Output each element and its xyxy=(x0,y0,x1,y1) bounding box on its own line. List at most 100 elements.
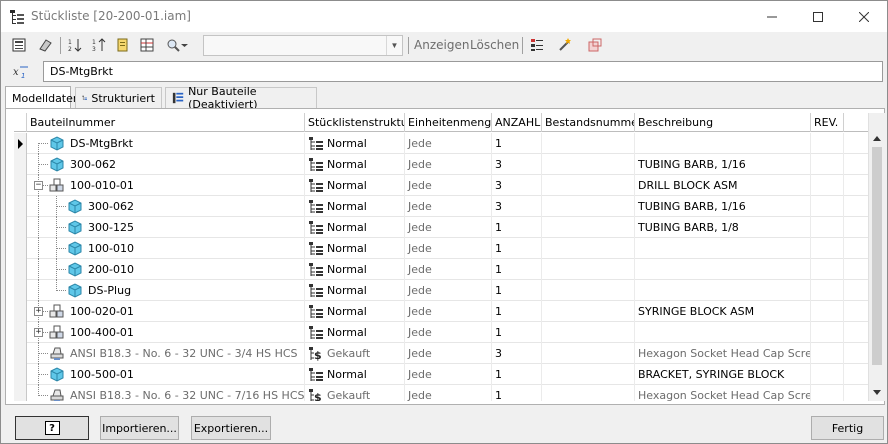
cell-stock-number[interactable] xyxy=(542,196,635,217)
value-input[interactable]: DS-MtgBrkt xyxy=(43,61,883,82)
cell-stock-number[interactable] xyxy=(542,217,635,238)
column-header-unit-quantity[interactable]: Einheitenmenge xyxy=(405,113,492,132)
cell-quantity[interactable]: 1 xyxy=(492,301,542,322)
cell-bom-structure[interactable]: Normal xyxy=(305,280,405,301)
scrollbar-thumb[interactable] xyxy=(872,147,882,365)
cell-part-number[interactable]: 300-125 xyxy=(27,217,305,238)
cell-stock-number[interactable] xyxy=(542,280,635,301)
column-header-revision[interactable]: REV. xyxy=(811,113,844,132)
cell-description[interactable]: TUBING BARB, 1/16 xyxy=(635,196,811,217)
cell-stock-number[interactable] xyxy=(542,259,635,280)
cell-quantity[interactable]: 1 xyxy=(492,238,542,259)
delete-button[interactable]: Löschen xyxy=(470,38,519,52)
table-row[interactable]: 100-500-01 Normal Jede 1 BRACKET, SYRINGE BL… xyxy=(14,364,868,385)
cell-unit-quantity[interactable]: Jede xyxy=(405,301,492,322)
table-row[interactable]: 300-062 Normal Jede 3 TUBING BARB, 1/16 xyxy=(14,154,868,175)
cell-unit-quantity[interactable]: Jede xyxy=(405,343,492,364)
cell-bom-structure[interactable]: Normal xyxy=(305,196,405,217)
cell-revision[interactable] xyxy=(811,385,844,401)
cell-stock-number[interactable] xyxy=(542,364,635,385)
cell-description[interactable]: BRACKET, SYRINGE BLOCK xyxy=(635,364,811,385)
cell-unit-quantity[interactable]: Jede xyxy=(405,217,492,238)
table-row[interactable]: DS-Plug Normal Jede 1 xyxy=(14,280,868,301)
cell-revision[interactable] xyxy=(811,364,844,385)
cell-part-number[interactable]: 100-500-01 xyxy=(27,364,305,385)
table-row[interactable]: ANSI B18.3 - No. 6 - 32 UNC - 3/4 HS HCS… xyxy=(14,343,868,364)
cell-part-number[interactable]: ANSI B18.3 - No. 6 - 32 UNC - 7/16 HS HC… xyxy=(27,385,305,401)
cell-description[interactable] xyxy=(635,280,811,301)
table-row[interactable]: ANSI B18.3 - No. 6 - 32 UNC - 7/16 HS HC… xyxy=(14,385,868,401)
cell-revision[interactable] xyxy=(811,217,844,238)
cell-part-number[interactable]: 300-062 xyxy=(27,154,305,175)
cell-revision[interactable] xyxy=(811,196,844,217)
cell-unit-quantity[interactable]: Jede xyxy=(405,259,492,280)
help-button[interactable]: ? xyxy=(15,416,89,440)
cell-description[interactable]: Hexagon Socket Head Cap Screw xyxy=(635,343,811,364)
row-header[interactable] xyxy=(14,238,27,259)
cell-stock-number[interactable] xyxy=(542,238,635,259)
cell-quantity[interactable]: 3 xyxy=(492,175,542,196)
table-row[interactable]: 200-010 Normal Jede 1 xyxy=(14,259,868,280)
column-header-stock-number[interactable]: Bestandsnummer xyxy=(542,113,635,132)
choose-for-bom-button[interactable] xyxy=(9,35,29,55)
cell-bom-structure[interactable]: Normal xyxy=(305,364,405,385)
row-header[interactable] xyxy=(14,217,27,238)
tab-model-data[interactable]: Modelldaten xyxy=(5,86,80,109)
cell-part-number[interactable]: 200-010 xyxy=(27,259,305,280)
cell-revision[interactable] xyxy=(811,175,844,196)
cell-part-number[interactable]: +100-400-01 xyxy=(27,322,305,343)
cell-part-number[interactable]: − 100-010-01 xyxy=(27,175,305,196)
cell-bom-structure[interactable]: Normal xyxy=(305,301,405,322)
edit-item-button[interactable] xyxy=(35,35,55,55)
cell-description[interactable] xyxy=(635,259,811,280)
row-header[interactable] xyxy=(14,301,27,322)
cell-part-number[interactable]: 100-010 xyxy=(27,238,305,259)
cell-stock-number[interactable] xyxy=(542,154,635,175)
cell-unit-quantity[interactable]: Jede xyxy=(405,280,492,301)
cell-bom-structure[interactable]: Normal xyxy=(305,259,405,280)
cell-quantity[interactable]: 1 xyxy=(492,322,542,343)
cell-description[interactable] xyxy=(635,322,811,343)
cell-bom-structure[interactable]: Normal xyxy=(305,154,405,175)
table-row[interactable]: +100-020-01 Normal Jede 1 SYRINGE BLOCK ASM xyxy=(14,301,868,322)
close-button[interactable] xyxy=(841,1,887,32)
cell-bom-structure[interactable]: Normal xyxy=(305,238,405,259)
table-row[interactable]: DS-MtgBrkt Normal Jede 1 xyxy=(14,133,868,154)
cell-unit-quantity[interactable]: Jede xyxy=(405,175,492,196)
table-row[interactable]: 100-010 Normal Jede 1 xyxy=(14,238,868,259)
table-row[interactable]: − 100-010-01 Normal Jede 3 DRILL BLOCK ASM xyxy=(14,175,868,196)
cell-unit-quantity[interactable]: Jede xyxy=(405,238,492,259)
cell-unit-quantity[interactable]: Jede xyxy=(405,196,492,217)
cell-quantity[interactable]: 1 xyxy=(492,280,542,301)
filter-combo[interactable]: ▼ xyxy=(203,35,403,56)
cell-revision[interactable] xyxy=(811,322,844,343)
renumber-button[interactable]: 13 xyxy=(89,35,109,55)
export-button[interactable]: Exportieren... xyxy=(191,416,271,440)
cell-part-number[interactable]: DS-MtgBrkt xyxy=(27,133,305,154)
cell-quantity[interactable]: 1 xyxy=(492,385,542,401)
maximize-button[interactable] xyxy=(795,1,841,32)
cell-part-number[interactable]: 300-062 xyxy=(27,196,305,217)
cell-part-number[interactable]: ANSI B18.3 - No. 6 - 32 UNC - 3/4 HS HCS xyxy=(27,343,305,364)
cell-stock-number[interactable] xyxy=(542,133,635,154)
cell-description[interactable]: TUBING BARB, 1/16 xyxy=(635,154,811,175)
cell-revision[interactable] xyxy=(811,259,844,280)
row-header[interactable] xyxy=(14,322,27,343)
cell-stock-number[interactable] xyxy=(542,301,635,322)
done-button[interactable]: Fertig xyxy=(811,416,884,440)
item-override-button[interactable] xyxy=(113,35,133,55)
cell-revision[interactable] xyxy=(811,301,844,322)
cell-stock-number[interactable] xyxy=(542,385,635,401)
cell-unit-quantity[interactable]: Jede xyxy=(405,364,492,385)
row-header[interactable] xyxy=(14,280,27,301)
view-button[interactable]: Anzeigen xyxy=(414,38,469,52)
column-header-bom-structure[interactable]: Stücklistenstruktur xyxy=(305,113,405,132)
expand-node-button[interactable]: + xyxy=(34,328,43,337)
cell-description[interactable]: Hexagon Socket Head Cap Screw xyxy=(635,385,811,401)
table-override-button[interactable] xyxy=(137,35,157,55)
row-header[interactable] xyxy=(14,175,27,196)
cell-stock-number[interactable] xyxy=(542,343,635,364)
cell-revision[interactable] xyxy=(811,154,844,175)
row-header[interactable] xyxy=(14,385,27,401)
table-row[interactable]: 300-062 Normal Jede 3 TUBING BARB, 1/16 xyxy=(14,196,868,217)
